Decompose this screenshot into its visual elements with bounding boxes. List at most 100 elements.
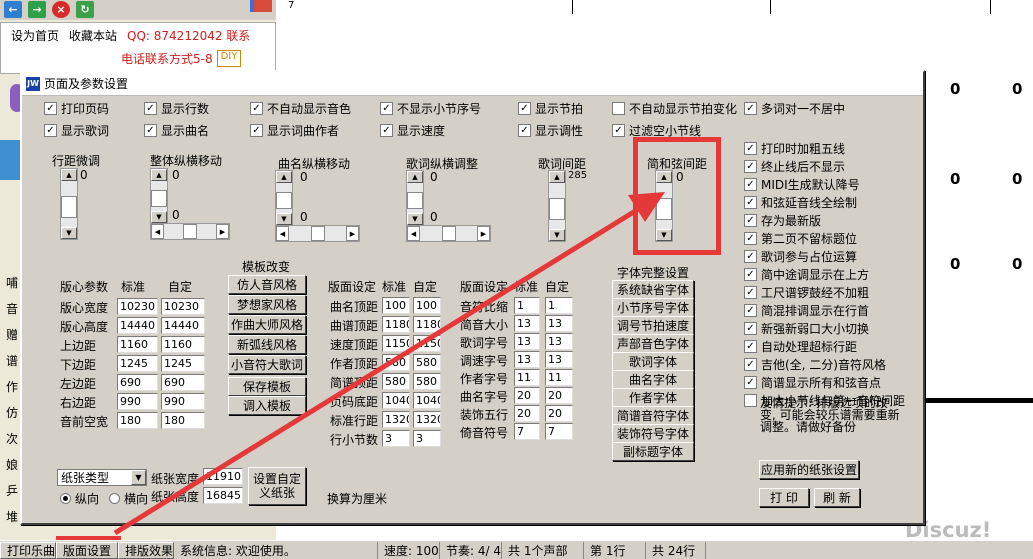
template-button[interactable]: 小音符大歌词 <box>228 355 306 374</box>
landscape-radio[interactable]: 横向 <box>109 490 148 507</box>
down-arrow-icon[interactable]: ▼ <box>407 213 423 225</box>
checkbox-box[interactable]: ✓ <box>744 160 757 173</box>
checkbox-box[interactable]: ✓ <box>744 214 757 227</box>
back-arrow-icon[interactable]: ← <box>4 1 22 18</box>
checkbox-box[interactable]: ✓ <box>744 304 757 317</box>
vertical-spinner[interactable]: ▲ ▼ <box>275 170 293 226</box>
template-button[interactable]: 新弧线风格 <box>228 335 306 354</box>
option-checkbox[interactable]: ✓ 显示节拍 <box>518 100 583 117</box>
paper-type-select[interactable]: 纸张类型 ▼ <box>57 469 147 486</box>
setting-custom-input[interactable]: 3 <box>413 430 441 447</box>
option-checkbox[interactable]: 不自动显示节拍变化 <box>612 100 737 117</box>
checkbox-box[interactable]: ✓ <box>612 124 625 137</box>
down-arrow-icon[interactable]: ▼ <box>549 229 565 241</box>
setting-custom-input[interactable]: 13 <box>545 351 573 368</box>
font-button[interactable]: 调号节拍速度 <box>612 316 694 335</box>
setting-custom-input[interactable]: 20 <box>545 387 573 404</box>
setting-custom-input[interactable]: 7 <box>545 423 573 440</box>
checkbox-box[interactable]: ✓ <box>44 102 57 115</box>
vertical-spinner[interactable]: ▲ ▼ <box>150 168 168 224</box>
setting-custom-input[interactable]: 13 <box>545 315 573 332</box>
checkbox-box[interactable]: ✓ <box>380 102 393 115</box>
checkbox-box[interactable]: ✓ <box>144 124 157 137</box>
checkbox-box[interactable]: ✓ <box>744 178 757 191</box>
vertical-spinner[interactable]: ▲ ▼ <box>548 170 566 242</box>
side-tab[interactable] <box>0 140 20 180</box>
refresh-icon[interactable]: ↻ <box>76 1 94 18</box>
param-custom-input[interactable]: 1160 <box>161 336 205 353</box>
right-option-checkbox[interactable]: ✓ 歌词参与占位运算 <box>744 248 857 265</box>
setting-custom-input[interactable]: 1320 <box>413 411 441 428</box>
setting-std-input[interactable]: 3 <box>382 430 410 447</box>
param-custom-input[interactable]: 14440 <box>161 317 205 334</box>
window-close-icon[interactable] <box>254 0 272 12</box>
setting-std-input[interactable]: 20 <box>514 405 540 422</box>
font-button[interactable]: 副标题字体 <box>612 442 694 461</box>
setting-std-input[interactable]: 13 <box>514 351 540 368</box>
statusbar-item[interactable]: 版面设置 <box>56 541 118 559</box>
option-checkbox[interactable]: ✓ 显示曲名 <box>144 122 209 139</box>
setting-custom-input[interactable]: 1180 <box>413 316 441 333</box>
up-arrow-icon[interactable]: ▲ <box>276 171 292 183</box>
setting-std-input[interactable]: 20 <box>514 387 540 404</box>
spinner-thumb[interactable] <box>276 192 292 210</box>
right-option-checkbox[interactable]: ✓ 自动处理超标行距 <box>744 338 857 355</box>
template-button[interactable]: 调入模板 <box>228 396 306 415</box>
option-checkbox[interactable]: ✓ 显示行数 <box>144 100 209 117</box>
spinner-thumb[interactable] <box>441 226 456 241</box>
right-option-checkbox[interactable]: ✓ 存为最新版 <box>744 212 821 229</box>
checkbox-box[interactable]: ✓ <box>744 286 757 299</box>
right-option-checkbox[interactable]: ✓ 新强新弱口大小切换 <box>744 320 869 337</box>
template-button[interactable]: 作曲大师风格 <box>228 315 306 334</box>
right-option-checkbox[interactable]: ✓ 简混排调显示在行首 <box>744 302 869 319</box>
setting-custom-input[interactable]: 20 <box>545 405 573 422</box>
diy-badge[interactable]: DIY <box>216 50 242 67</box>
spinner-thumb[interactable] <box>151 190 167 208</box>
param-custom-input[interactable]: 180 <box>161 412 205 429</box>
dialog-titlebar[interactable]: JW 页面及参数设置 <box>22 72 923 96</box>
checkbox-box[interactable]: ✓ <box>744 196 757 209</box>
setting-custom-input[interactable]: 1 <box>545 297 573 314</box>
font-button[interactable]: 曲名字体 <box>612 370 694 389</box>
statusbar-item[interactable]: 排版效果 <box>118 541 174 559</box>
option-checkbox[interactable]: ✓ 不显示小节序号 <box>380 100 481 117</box>
setting-std-input[interactable]: 11 <box>514 369 540 386</box>
setting-custom-input[interactable]: 100 <box>413 297 441 314</box>
option-checkbox[interactable]: ✓ 显示速度 <box>380 122 445 139</box>
set-homepage-link[interactable]: 设为首页 <box>11 27 59 44</box>
horizontal-spinner[interactable]: ◀ ▶ <box>406 225 491 242</box>
spinner-thumb[interactable] <box>183 224 197 239</box>
up-arrow-icon[interactable]: ▲ <box>61 169 77 181</box>
horizontal-spinner[interactable]: ◀ ▶ <box>275 225 360 242</box>
setting-std-input[interactable]: 1320 <box>382 411 410 428</box>
right-option-checkbox[interactable]: ✓ 简谱显示所有和弦音点 <box>744 374 881 391</box>
checkbox-box[interactable]: ✓ <box>744 102 757 115</box>
font-button[interactable]: 系统缺省字体 <box>612 280 694 299</box>
param-custom-input[interactable]: 10230 <box>161 298 205 315</box>
right-option-checkbox[interactable]: ✓ 吉他(全, 二分)音符风格 <box>744 356 886 373</box>
right-option-checkbox[interactable]: ✓ 和弦延音线全绘制 <box>744 194 857 211</box>
setting-std-input[interactable]: 580 <box>382 373 410 390</box>
up-arrow-icon[interactable]: ▲ <box>151 169 167 181</box>
portrait-radio[interactable]: 纵向 <box>60 490 99 507</box>
setting-custom-input[interactable]: 580 <box>413 373 441 390</box>
setting-custom-input[interactable]: 1040 <box>413 392 441 409</box>
statusbar-item[interactable]: 打印乐曲 <box>0 541 56 559</box>
paper-height-input[interactable]: 16845 <box>203 487 243 504</box>
checkbox-box[interactable]: ✓ <box>744 250 757 263</box>
font-button[interactable]: 小节序号字体 <box>612 298 694 317</box>
spinner-thumb[interactable] <box>310 226 325 241</box>
font-button[interactable]: 简谱音符字体 <box>612 406 694 425</box>
param-std-input[interactable]: 10230 <box>117 298 158 315</box>
checkbox-box[interactable]: ✓ <box>744 376 757 389</box>
chevron-down-icon[interactable]: ▼ <box>131 470 146 485</box>
template-button[interactable]: 保存模板 <box>228 377 306 396</box>
refresh-button[interactable]: 刷 新 <box>814 488 860 507</box>
setting-std-input[interactable]: 580 <box>382 354 410 371</box>
left-arrow-icon[interactable]: ◀ <box>151 224 164 239</box>
option-checkbox[interactable]: ✓ 显示词曲作者 <box>250 122 339 139</box>
right-option-checkbox[interactable]: ✓ 打印时加粗五线 <box>744 140 845 157</box>
setting-std-input[interactable]: 1150 <box>382 335 410 352</box>
font-button[interactable]: 歌词字体 <box>612 352 694 371</box>
custom-paper-button[interactable]: 设置自定 义纸张 <box>248 467 306 505</box>
